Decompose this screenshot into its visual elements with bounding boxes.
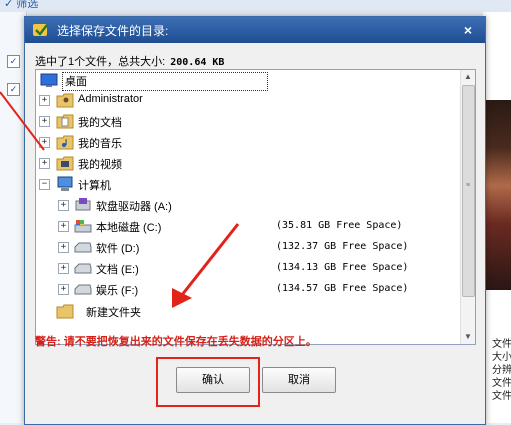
close-button[interactable]: × xyxy=(459,21,477,39)
tree-item-desktop[interactable]: 桌面 xyxy=(36,70,460,91)
free-space-label: (132.37 GB Free Space) xyxy=(276,241,409,252)
expand-icon[interactable]: + xyxy=(58,284,69,295)
tree-item-computer[interactable]: − 计算机 xyxy=(36,174,460,194)
app-logo-icon xyxy=(33,24,48,36)
warning-message: 警告: 请不要把恢复出来的文件保存在丢失数据的分区上。 xyxy=(35,336,317,348)
tree-item-label: 软盘驱动器 (A:) xyxy=(96,201,172,213)
expand-icon[interactable]: + xyxy=(39,95,50,106)
tree-item-label: 我的音乐 xyxy=(78,138,122,150)
tree-item-administrator[interactable]: + Administrator xyxy=(36,90,460,110)
computer-icon xyxy=(57,176,73,191)
cancel-button[interactable]: 取消 xyxy=(262,367,336,393)
expand-icon[interactable]: + xyxy=(39,137,50,148)
tree-item-label: 软件 (D:) xyxy=(96,243,140,255)
tree-item-my-documents[interactable]: + 我的文档 xyxy=(36,111,460,131)
tree-item-label: 新建文件夹 xyxy=(86,307,141,319)
preview-info-label: 文件 xyxy=(492,378,511,389)
tree-item-new-folder[interactable]: 新建文件夹 xyxy=(36,301,460,321)
filter-link[interactable]: ✓ 筛选 xyxy=(4,0,38,11)
desktop-icon xyxy=(40,73,58,87)
scrollbar-thumb[interactable]: ≡ xyxy=(462,85,475,297)
preview-info-label: 文件 xyxy=(492,339,511,350)
background-toolbar xyxy=(0,0,511,12)
expand-icon[interactable]: + xyxy=(58,200,69,211)
summary-label: 选中了1个文件，总共大小: xyxy=(35,56,166,68)
preview-info-label: 分辨 xyxy=(492,365,511,376)
selection-summary: 选中了1个文件，总共大小: 200.64 KB xyxy=(35,53,224,69)
drive-icon xyxy=(74,284,92,295)
folder-icon xyxy=(56,304,74,319)
expand-icon[interactable]: + xyxy=(39,116,50,127)
expand-icon[interactable]: + xyxy=(58,221,69,232)
background-file-list: ✓ ✓ xyxy=(0,12,27,423)
music-folder-icon xyxy=(56,135,74,150)
dialog-titlebar: 选择保存文件的目录: × xyxy=(25,17,485,43)
tree-item-drive-d[interactable]: + 软件 (D:) (132.37 GB Free Space) xyxy=(36,237,460,257)
row-checkbox[interactable]: ✓ xyxy=(7,55,20,68)
filter-icon: ✓ xyxy=(4,0,14,10)
tree-item-label: 桌面 xyxy=(62,72,268,91)
tree-item-label: 文档 (E:) xyxy=(96,264,139,276)
video-folder-icon xyxy=(56,156,74,171)
expand-icon[interactable]: + xyxy=(58,242,69,253)
tree-item-drive-f[interactable]: + 娱乐 (F:) (134.57 GB Free Space) xyxy=(36,279,460,299)
collapse-icon[interactable]: − xyxy=(39,179,50,190)
preview-image xyxy=(483,100,511,290)
preview-info-label: 文件 xyxy=(492,391,511,402)
tree-item-drive-c[interactable]: + 本地磁盘 (C:) (35.81 GB Free Space) xyxy=(36,216,460,236)
tree-item-floppy-a[interactable]: + 软盘驱动器 (A:) xyxy=(36,195,460,215)
tree-item-drive-e[interactable]: + 文档 (E:) (134.13 GB Free Space) xyxy=(36,258,460,278)
user-folder-icon xyxy=(56,93,74,108)
row-checkbox[interactable]: ✓ xyxy=(7,83,20,96)
tree-scrollbar[interactable]: ▲ ≡ ▼ xyxy=(460,70,475,344)
system-drive-icon xyxy=(74,220,92,233)
tree-item-label: 我的视频 xyxy=(78,159,122,171)
tree-item-label: Administrator xyxy=(78,93,143,105)
grip-icon: ≡ xyxy=(466,182,471,189)
tree-item-label: 计算机 xyxy=(78,180,111,192)
free-space-label: (134.57 GB Free Space) xyxy=(276,283,409,294)
confirm-button[interactable]: 确认 xyxy=(176,367,250,393)
expand-icon[interactable]: + xyxy=(58,263,69,274)
tree-item-my-videos[interactable]: + 我的视频 xyxy=(36,153,460,173)
tree-item-my-music[interactable]: + 我的音乐 xyxy=(36,132,460,152)
summary-size: 200.64 KB xyxy=(170,57,225,68)
dialog-title: 选择保存文件的目录: xyxy=(57,24,169,38)
free-space-label: (35.81 GB Free Space) xyxy=(276,220,403,231)
tree-item-label: 我的文档 xyxy=(78,117,122,129)
documents-folder-icon xyxy=(56,114,74,129)
drive-icon xyxy=(74,263,92,274)
tree-item-label: 娱乐 (F:) xyxy=(96,285,139,297)
tree-item-label: 本地磁盘 (C:) xyxy=(96,222,162,234)
directory-tree[interactable]: 桌面 + Administrator + 我的文档 + 我的音乐 + 我的视频 … xyxy=(35,69,476,345)
scroll-down-icon[interactable]: ▼ xyxy=(461,330,475,344)
save-directory-dialog: 选择保存文件的目录: × 选中了1个文件，总共大小: 200.64 KB 桌面 … xyxy=(24,16,486,425)
free-space-label: (134.13 GB Free Space) xyxy=(276,262,409,273)
floppy-drive-icon xyxy=(75,198,91,211)
expand-icon[interactable]: + xyxy=(39,158,50,169)
preview-info-label: 大小 xyxy=(492,352,511,363)
scroll-up-icon[interactable]: ▲ xyxy=(461,70,475,84)
drive-icon xyxy=(74,242,92,253)
filter-label: 筛选 xyxy=(16,0,39,10)
